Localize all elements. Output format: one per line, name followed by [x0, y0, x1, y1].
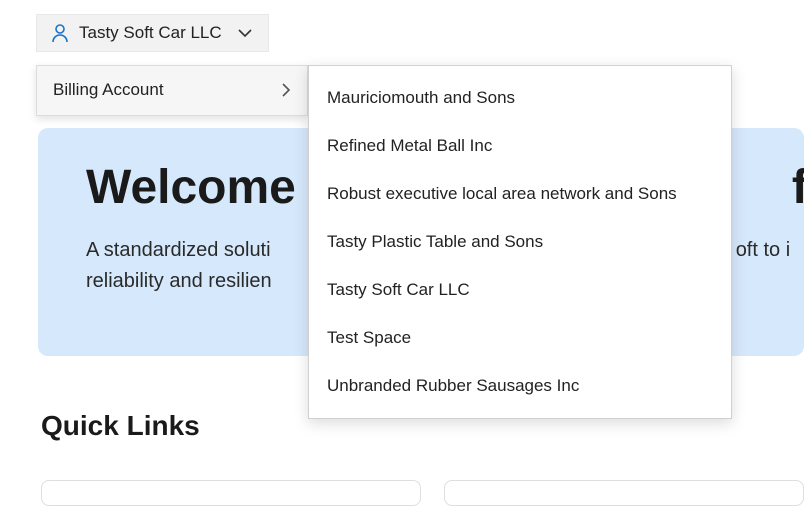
chevron-right-icon — [281, 82, 291, 98]
flyout-option-label: Mauriciomouth and Sons — [327, 88, 515, 107]
flyout-option-label: Tasty Soft Car LLC — [327, 280, 470, 299]
quick-links-heading: Quick Links — [41, 410, 200, 442]
account-selected-label: Tasty Soft Car LLC — [79, 23, 222, 43]
hero-title-left: Welcome t — [86, 161, 325, 214]
quick-link-card[interactable] — [444, 480, 804, 506]
hero-title-right: fany — [792, 161, 804, 214]
hero-sub-right: oft to i — [736, 239, 790, 261]
hero-sub-line2: reliability and resilien — [86, 270, 272, 292]
billing-account-flyout: Mauriciomouth and Sons Refined Metal Bal… — [308, 65, 732, 419]
flyout-option[interactable]: Test Space — [309, 314, 731, 362]
hero-sub-left: A standardized soluti — [86, 239, 271, 261]
quick-link-card[interactable] — [41, 480, 421, 506]
flyout-option[interactable]: Tasty Plastic Table and Sons — [309, 218, 731, 266]
flyout-option-label: Tasty Plastic Table and Sons — [327, 232, 543, 251]
account-selector[interactable]: Tasty Soft Car LLC — [36, 14, 269, 52]
flyout-option-label: Refined Metal Ball Inc — [327, 136, 492, 155]
flyout-option[interactable]: Robust executive local area network and … — [309, 170, 731, 218]
flyout-option[interactable]: Unbranded Rubber Sausages Inc — [309, 362, 731, 410]
flyout-option[interactable]: Refined Metal Ball Inc — [309, 122, 731, 170]
flyout-option-label: Robust executive local area network and … — [327, 184, 677, 203]
chevron-down-icon — [236, 27, 254, 39]
account-submenu: Billing Account — [36, 65, 308, 116]
submenu-item-label: Billing Account — [53, 80, 164, 100]
person-icon — [51, 23, 69, 43]
flyout-option[interactable]: Mauriciomouth and Sons — [309, 74, 731, 122]
flyout-option-label: Unbranded Rubber Sausages Inc — [327, 376, 579, 395]
flyout-option-label: Test Space — [327, 328, 411, 347]
flyout-option[interactable]: Tasty Soft Car LLC — [309, 266, 731, 314]
submenu-item-billing-account[interactable]: Billing Account — [37, 66, 307, 115]
